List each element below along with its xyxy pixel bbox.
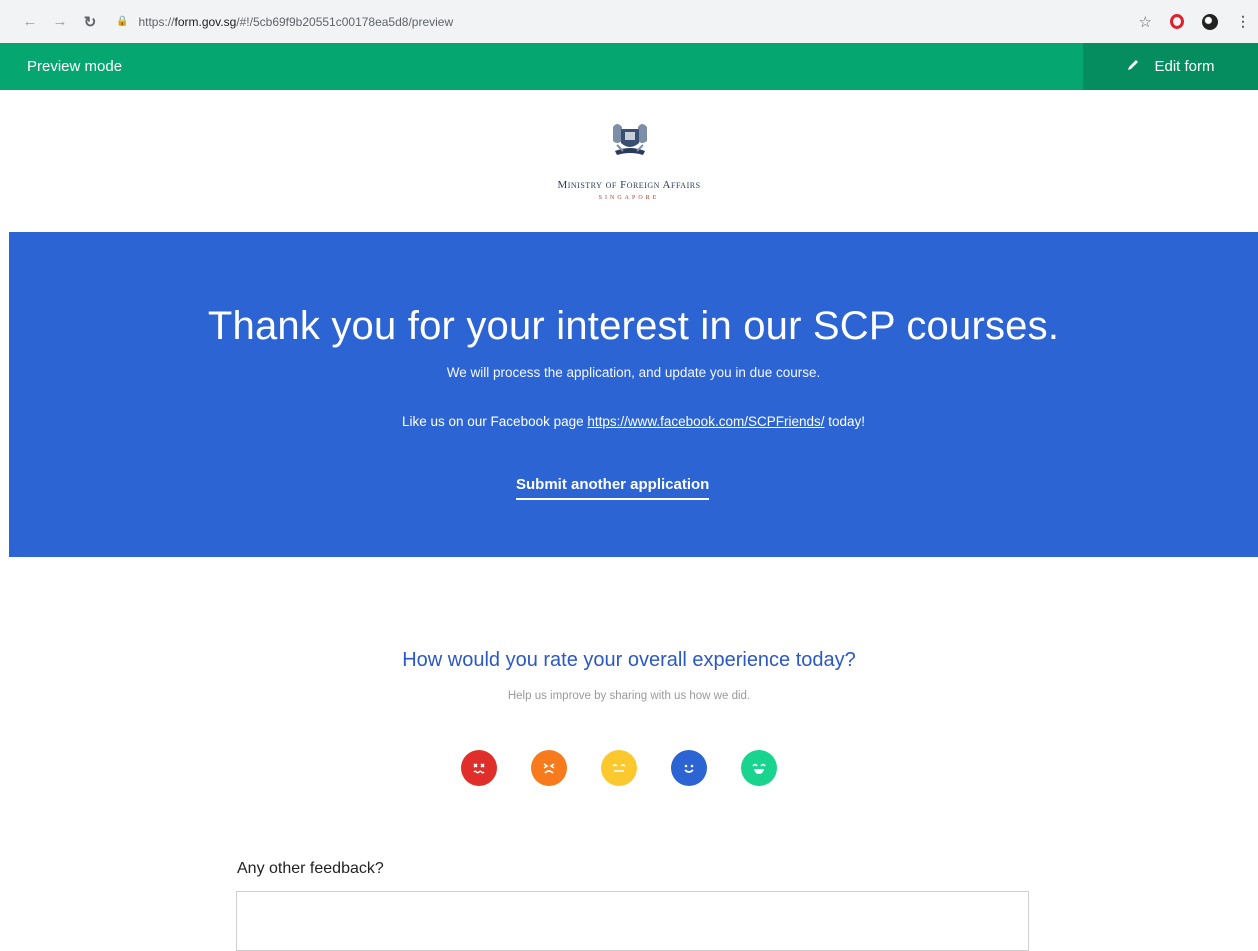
reload-icon[interactable]: ↻ <box>78 13 102 31</box>
thank-you-subtitle: We will process the application, and upd… <box>446 365 821 380</box>
rating-title: How would you rate your overall experien… <box>402 649 856 671</box>
very-satisfied-face-icon[interactable] <box>741 750 777 786</box>
ministry-name: Ministry of Foreign Affairs <box>557 179 701 191</box>
feedback-textarea[interactable] <box>236 891 1029 951</box>
profile-avatar-icon[interactable] <box>1202 13 1218 30</box>
address-bar[interactable]: 🔒 https://form.gov.sg/#!/5cb69f9b20551c0… <box>116 7 1041 37</box>
neutral-face-icon[interactable] <box>601 750 637 786</box>
url-prefix: https:// <box>138 14 175 29</box>
opera-extension-icon[interactable] <box>1170 14 1184 29</box>
menu-kebab-icon[interactable]: ⋮ <box>1236 13 1250 30</box>
lock-icon: 🔒 <box>116 16 129 27</box>
browser-toolbar: ← → ↻ 🔒 https://form.gov.sg/#!/5cb69f9b2… <box>0 0 1258 43</box>
preview-mode-label: Preview mode <box>27 58 123 75</box>
facebook-link[interactable]: https://www.facebook.com/SCPFriends/ <box>587 414 824 429</box>
url-path: /#!/5cb69f9b20551c00178ea5d8/preview <box>236 14 454 29</box>
coat-of-arms-icon <box>613 124 647 155</box>
country-name: SINGAPORE <box>598 195 660 201</box>
forward-icon[interactable]: → <box>48 13 72 30</box>
edit-form-label: Edit form <box>1154 58 1215 75</box>
url-host: form.gov.sg <box>174 14 237 29</box>
very-dissatisfied-face-icon[interactable] <box>461 750 497 786</box>
preview-mode-bar: Preview mode Edit form <box>0 43 1258 90</box>
facebook-prefix: Like us on our Facebook page <box>402 414 588 429</box>
facebook-suffix: today! <box>824 414 865 429</box>
thank-you-title: Thank you for your interest in our SCP c… <box>207 304 1060 348</box>
back-icon[interactable]: ← <box>18 13 42 30</box>
feedback-label: Any other feedback? <box>237 860 384 877</box>
ministry-logo-area: Ministry of Foreign Affairs SINGAPORE <box>0 90 1258 232</box>
facebook-line: Like us on our Facebook page https://www… <box>9 414 1258 429</box>
rating-faces <box>461 750 777 786</box>
thank-you-banner: Thank you for your interest in our SCP c… <box>9 232 1258 557</box>
satisfied-face-icon[interactable] <box>671 750 707 786</box>
dissatisfied-face-icon[interactable] <box>531 750 567 786</box>
rating-subtitle: Help us improve by sharing with us how w… <box>507 690 751 702</box>
bookmark-star-icon[interactable]: ☆ <box>1139 13 1152 31</box>
submit-another-application-link[interactable]: Submit another application <box>516 476 710 500</box>
pencil-icon <box>1126 58 1140 75</box>
edit-form-button[interactable]: Edit form <box>1083 43 1258 90</box>
